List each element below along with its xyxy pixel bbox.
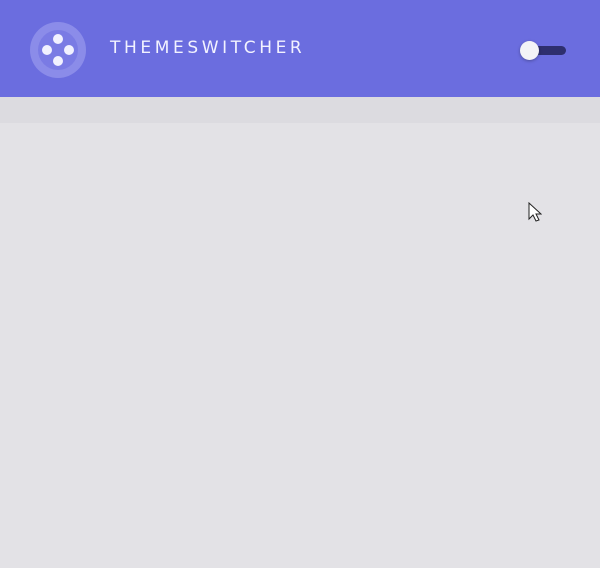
- theme-toggle[interactable]: [518, 38, 568, 62]
- app-header: THEMESWITCHER: [0, 0, 600, 97]
- main-content: [0, 123, 600, 568]
- toggle-knob[interactable]: [520, 41, 539, 60]
- gamepad-icon[interactable]: [28, 20, 88, 80]
- app-title: THEMESWITCHER: [110, 38, 306, 58]
- app-window: THEMESWITCHER: [0, 0, 600, 568]
- header-divider: [0, 97, 600, 123]
